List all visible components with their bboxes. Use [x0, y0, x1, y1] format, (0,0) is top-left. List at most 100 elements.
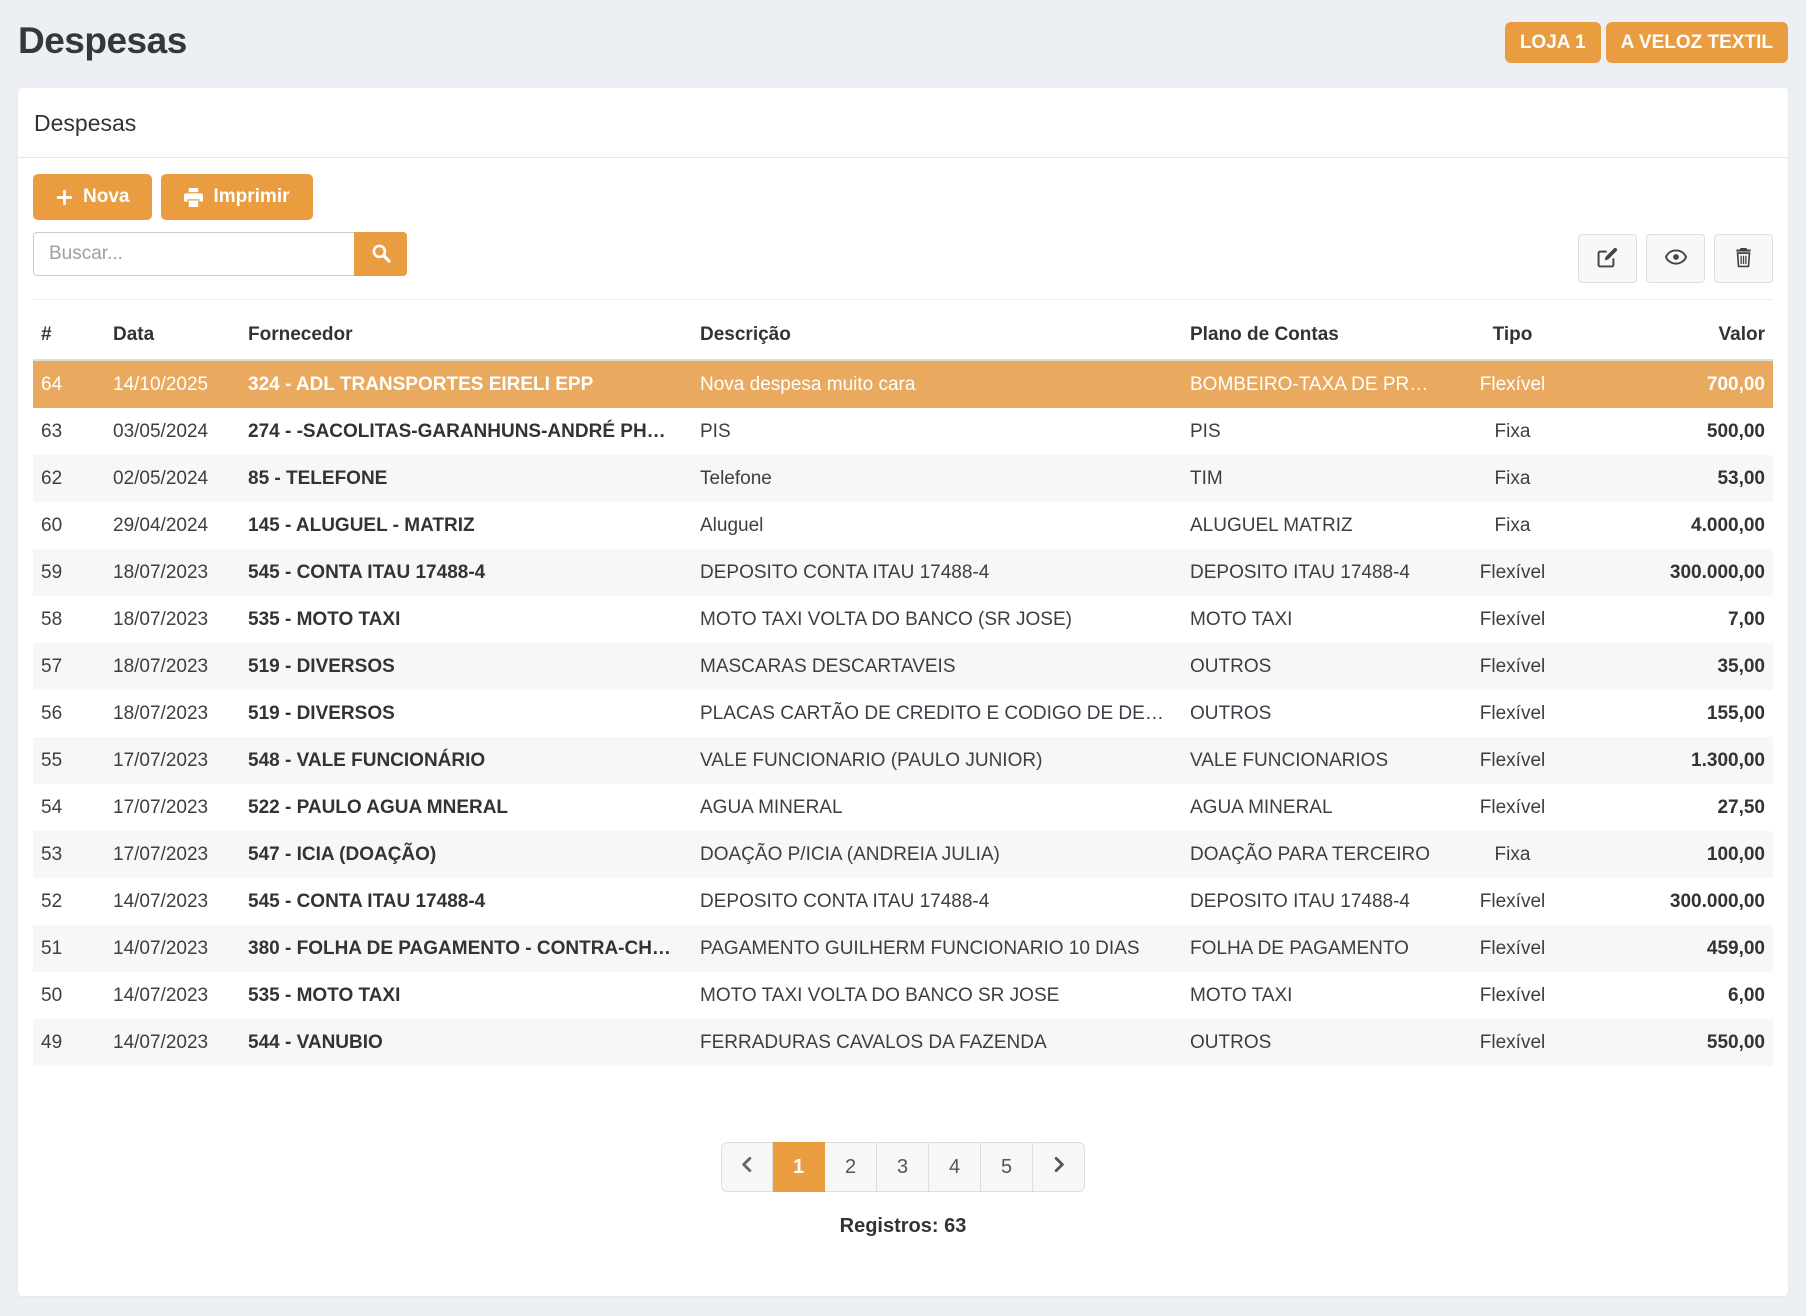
cell-value: 550,00: [1570, 1019, 1773, 1066]
cell-date: 14/07/2023: [105, 925, 240, 972]
cell-value: 155,00: [1570, 690, 1773, 737]
cell-plan: ALUGUEL MATRIZ: [1182, 502, 1455, 549]
cell-type: Flexível: [1455, 643, 1570, 690]
plus-icon: [56, 189, 73, 206]
cell-description: DEPOSITO CONTA ITAU 17488-4: [692, 878, 1182, 925]
table-row[interactable]: 4914/07/2023544 - VANUBIOFERRADURAS CAVA…: [33, 1019, 1773, 1066]
col-header-plan: Plano de Contas: [1182, 300, 1455, 360]
card-title: Despesas: [18, 88, 1788, 158]
print-button[interactable]: Imprimir: [161, 174, 312, 220]
cell-date: 18/07/2023: [105, 549, 240, 596]
cell-plan: OUTROS: [1182, 690, 1455, 737]
cell-id: 59: [33, 549, 105, 596]
table-row[interactable]: 5214/07/2023545 - CONTA ITAU 17488-4DEPO…: [33, 878, 1773, 925]
cell-id: 50: [33, 972, 105, 1019]
table-row[interactable]: 6202/05/202485 - TELEFONETelefoneTIMFixa…: [33, 455, 1773, 502]
cell-description: Aluguel: [692, 502, 1182, 549]
cell-supplier: 535 - MOTO TAXI: [240, 596, 692, 643]
top-bar: Despesas LOJA 1 A VELOZ TEXTIL: [18, 14, 1788, 80]
cell-value: 700,00: [1570, 360, 1773, 408]
table-row[interactable]: 5918/07/2023545 - CONTA ITAU 17488-4DEPO…: [33, 549, 1773, 596]
store-badge-company[interactable]: A VELOZ TEXTIL: [1606, 22, 1788, 63]
cell-plan: DEPOSITO ITAU 17488-4: [1182, 549, 1455, 596]
cell-plan: OUTROS: [1182, 1019, 1455, 1066]
store-badge-loja1[interactable]: LOJA 1: [1505, 22, 1601, 63]
table-row[interactable]: 6029/04/2024145 - ALUGUEL - MATRIZAlugue…: [33, 502, 1773, 549]
cell-value: 300.000,00: [1570, 549, 1773, 596]
table-row[interactable]: 5417/07/2023522 - PAULO AGUA MNERALAGUA …: [33, 784, 1773, 831]
cell-supplier: 519 - DIVERSOS: [240, 643, 692, 690]
eye-icon: [1665, 246, 1687, 271]
new-expense-button[interactable]: Nova: [33, 174, 152, 220]
col-header-value: Valor: [1570, 300, 1773, 360]
pagination-prev-button[interactable]: [721, 1142, 773, 1192]
cell-id: 56: [33, 690, 105, 737]
toolbar: Nova Imprimir: [33, 174, 1773, 220]
pagination-page-1[interactable]: 1: [773, 1142, 825, 1192]
cell-type: Flexível: [1455, 972, 1570, 1019]
cell-id: 51: [33, 925, 105, 972]
cell-type: Flexível: [1455, 784, 1570, 831]
cell-value: 27,50: [1570, 784, 1773, 831]
cell-supplier: 545 - CONTA ITAU 17488-4: [240, 878, 692, 925]
cell-supplier: 547 - ICIA (DOAÇÃO): [240, 831, 692, 878]
table-row[interactable]: 5517/07/2023548 - VALE FUNCIONÁRIOVALE F…: [33, 737, 1773, 784]
cell-date: 17/07/2023: [105, 831, 240, 878]
cell-description: DEPOSITO CONTA ITAU 17488-4: [692, 549, 1182, 596]
view-button[interactable]: [1646, 234, 1705, 283]
cell-type: Flexível: [1455, 690, 1570, 737]
table-row[interactable]: 5014/07/2023535 - MOTO TAXIMOTO TAXI VOL…: [33, 972, 1773, 1019]
cell-value: 459,00: [1570, 925, 1773, 972]
pagination-page-3[interactable]: 3: [877, 1142, 929, 1192]
print-label: Imprimir: [213, 186, 289, 208]
store-badges: LOJA 1 A VELOZ TEXTIL: [1505, 22, 1788, 63]
card-body: Nova Imprimir: [18, 158, 1788, 1238]
table-row[interactable]: 5718/07/2023519 - DIVERSOSMASCARAS DESCA…: [33, 643, 1773, 690]
table-row[interactable]: 5818/07/2023535 - MOTO TAXIMOTO TAXI VOL…: [33, 596, 1773, 643]
cell-description: MOTO TAXI VOLTA DO BANCO (SR JOSE): [692, 596, 1182, 643]
cell-plan: PIS: [1182, 408, 1455, 455]
cell-plan: MOTO TAXI: [1182, 596, 1455, 643]
chevron-right-icon: [1050, 1156, 1067, 1179]
table-row[interactable]: 5114/07/2023380 - FOLHA DE PAGAMENTO - C…: [33, 925, 1773, 972]
page-title: Despesas: [18, 20, 187, 62]
cell-date: 14/07/2023: [105, 878, 240, 925]
cell-date: 02/05/2024: [105, 455, 240, 502]
cell-supplier: 519 - DIVERSOS: [240, 690, 692, 737]
col-header-description: Descrição: [692, 300, 1182, 360]
cell-id: 60: [33, 502, 105, 549]
cell-supplier: 324 - ADL TRANSPORTES EIRELI EPP: [240, 360, 692, 408]
cell-plan: TIM: [1182, 455, 1455, 502]
cell-description: MASCARAS DESCARTAVEIS: [692, 643, 1182, 690]
pagination-page-2[interactable]: 2: [825, 1142, 877, 1192]
search-button[interactable]: [354, 232, 407, 276]
delete-button[interactable]: [1714, 234, 1773, 283]
cell-id: 58: [33, 596, 105, 643]
table-row[interactable]: 5618/07/2023519 - DIVERSOSPLACAS CARTÃO …: [33, 690, 1773, 737]
cell-type: Fixa: [1455, 502, 1570, 549]
table-row[interactable]: 5317/07/2023547 - ICIA (DOAÇÃO)DOAÇÃO P/…: [33, 831, 1773, 878]
cell-description: PIS: [692, 408, 1182, 455]
pagination-page-5[interactable]: 5: [981, 1142, 1033, 1192]
edit-button[interactable]: [1578, 234, 1637, 283]
pagination-next-button[interactable]: [1033, 1142, 1085, 1192]
cell-date: 14/07/2023: [105, 972, 240, 1019]
cell-type: Flexível: [1455, 925, 1570, 972]
cell-id: 64: [33, 360, 105, 408]
cell-description: VALE FUNCIONARIO (PAULO JUNIOR): [692, 737, 1182, 784]
cell-date: 14/07/2023: [105, 1019, 240, 1066]
edit-icon: [1597, 247, 1618, 271]
cell-plan: BOMBEIRO-TAXA DE PR…: [1182, 360, 1455, 408]
cell-plan: MOTO TAXI: [1182, 972, 1455, 1019]
col-header-supplier: Fornecedor: [240, 300, 692, 360]
cell-description: PAGAMENTO GUILHERM FUNCIONARIO 10 DIAS: [692, 925, 1182, 972]
table-row[interactable]: 6414/10/2025324 - ADL TRANSPORTES EIRELI…: [33, 360, 1773, 408]
cell-id: 53: [33, 831, 105, 878]
row-action-buttons: [1578, 234, 1773, 283]
pagination-page-4[interactable]: 4: [929, 1142, 981, 1192]
cell-id: 54: [33, 784, 105, 831]
col-header-id: #: [33, 300, 105, 360]
search-input[interactable]: [33, 232, 354, 276]
table-row[interactable]: 6303/05/2024274 - -SACOLITAS-GARANHUNS-A…: [33, 408, 1773, 455]
chevron-left-icon: [739, 1156, 756, 1179]
